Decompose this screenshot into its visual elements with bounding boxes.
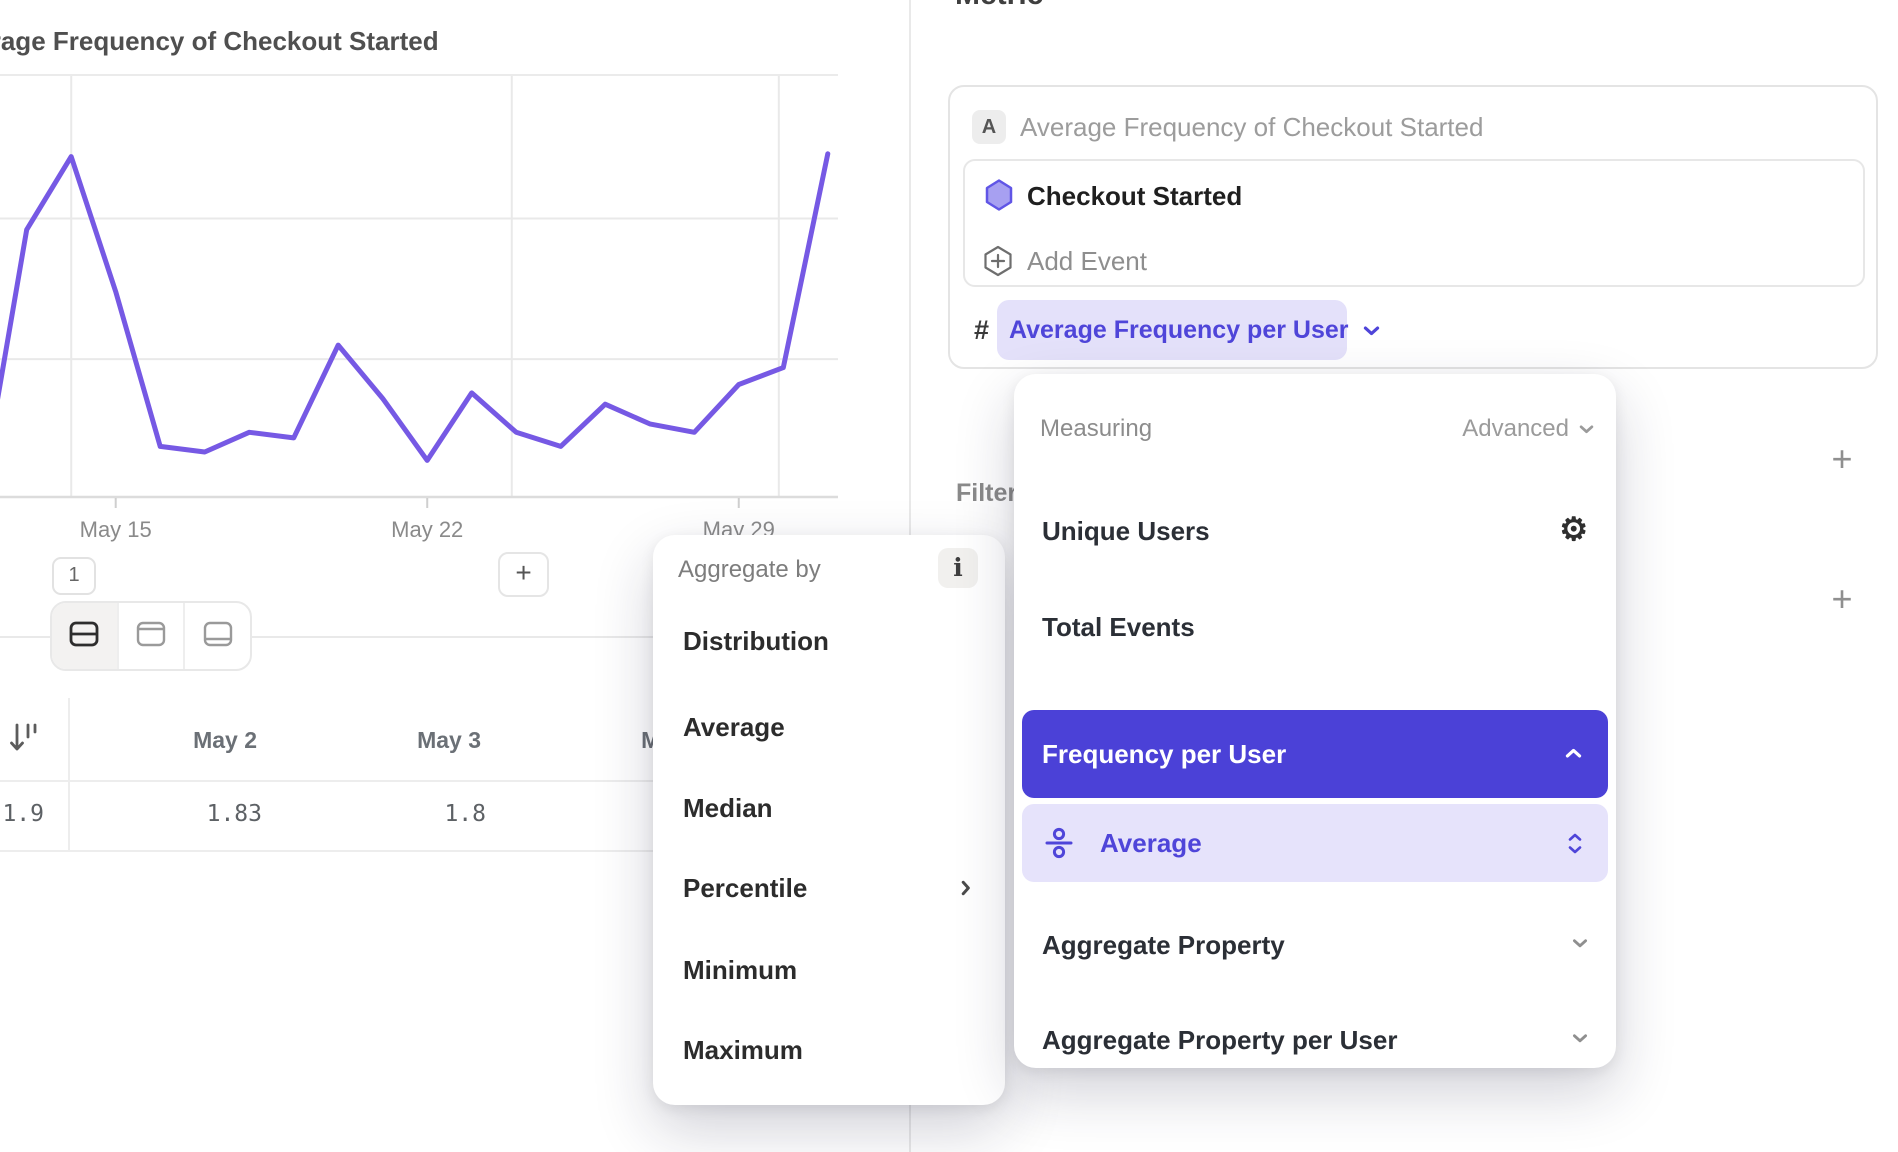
- chevron-down-icon: [1579, 424, 1594, 434]
- chevron-right-icon: [960, 880, 971, 896]
- add-event-button[interactable]: Add Event: [1027, 246, 1147, 276]
- measuring-menu: Measuring Advanced Unique Users⚙ Total Ev…: [1014, 374, 1616, 1068]
- metric-series-badge[interactable]: A: [972, 110, 1006, 144]
- selected-option-label: Frequency per User: [1042, 739, 1286, 769]
- measure-dropdown-pill[interactable]: Average Frequency per User: [997, 300, 1347, 360]
- view-toggle-group: [50, 601, 252, 671]
- metric-section-heading: Metric: [955, 0, 1043, 12]
- add-chart-button[interactable]: +: [498, 552, 549, 597]
- add-event-hexagon-plus-icon: [982, 245, 1014, 282]
- event-name[interactable]: Checkout Started: [1027, 181, 1242, 211]
- measuring-header: Measuring: [1040, 415, 1152, 443]
- metric-card: A Average Frequency of Checkout Started …: [948, 85, 1878, 369]
- toggle-split-view[interactable]: [52, 603, 117, 669]
- aggregate-option-average[interactable]: Average: [653, 703, 1005, 751]
- frequency-aggregation-average-row[interactable]: Average: [1022, 804, 1608, 882]
- chevron-down-icon: [1363, 325, 1380, 336]
- measure-pill-label: Average Frequency per User: [1009, 316, 1349, 345]
- aggregate-by-header: Aggregate by: [678, 556, 821, 584]
- advanced-toggle[interactable]: Advanced: [1462, 415, 1594, 443]
- table-cell-value: 1.83: [69, 800, 262, 828]
- toggle-chart-only-view[interactable]: [117, 603, 184, 669]
- toggle-table-only-view[interactable]: [183, 603, 250, 669]
- aggregate-option-minimum[interactable]: Minimum: [653, 946, 1005, 994]
- table-column-header[interactable]: May 2: [69, 726, 257, 754]
- measuring-option-frequency-per-user-selected[interactable]: Frequency per User: [1022, 710, 1608, 798]
- chart-title: Average Frequency of Checkout Started: [0, 26, 439, 57]
- measuring-option-aggregate-property[interactable]: Aggregate Property: [1014, 921, 1616, 969]
- sort-descending-icon[interactable]: [8, 720, 38, 761]
- average-divide-icon: [1044, 827, 1074, 859]
- aggregate-option-distribution[interactable]: Distribution: [653, 617, 1005, 665]
- table-only-icon: [201, 617, 235, 656]
- analytics-app: Average Frequency of Checkout Started Ma…: [0, 0, 1898, 1152]
- add-filter-button[interactable]: +: [1820, 438, 1864, 482]
- aggregate-option-maximum[interactable]: Maximum: [653, 1026, 1005, 1074]
- sub-option-label: Average: [1100, 828, 1202, 859]
- metric-name-placeholder[interactable]: Average Frequency of Checkout Started: [1020, 112, 1483, 142]
- x-tick-label: May 15: [61, 517, 171, 543]
- aggregate-by-menu: Aggregate by i Distribution Average Median…: [653, 535, 1005, 1105]
- measuring-option-unique-users[interactable]: Unique Users⚙: [1014, 507, 1616, 555]
- advanced-label: Advanced: [1462, 415, 1569, 443]
- chevron-down-icon: [1572, 938, 1588, 948]
- aggregate-option-percentile[interactable]: Percentile: [653, 864, 1005, 912]
- unfold-chevrons-icon: [1568, 833, 1582, 854]
- event-hexagon-icon: [985, 179, 1013, 216]
- series-count-badge[interactable]: 1: [52, 557, 96, 595]
- add-breakdown-button[interactable]: +: [1820, 578, 1864, 622]
- line-chart-plot[interactable]: [0, 60, 850, 520]
- measuring-option-total-events[interactable]: Total Events: [1014, 603, 1616, 651]
- chevron-down-icon: [1572, 1033, 1588, 1043]
- chevron-up-icon: [1565, 748, 1582, 759]
- table-column-header[interactable]: May 3: [293, 726, 481, 754]
- split-view-icon: [67, 617, 101, 656]
- gear-icon[interactable]: ⚙: [1559, 505, 1588, 553]
- aggregate-option-median[interactable]: Median: [653, 784, 1005, 832]
- info-icon[interactable]: i: [938, 548, 978, 588]
- chart-only-icon: [134, 617, 168, 656]
- measuring-option-aggregate-property-per-user[interactable]: Aggregate Property per User: [1014, 1016, 1616, 1064]
- table-column-border: [68, 698, 70, 851]
- measure-prefix: #: [974, 315, 989, 345]
- event-box: Checkout Started Add Event: [963, 159, 1865, 287]
- x-tick-label: May 22: [372, 517, 482, 543]
- table-cell-value: 1.8: [293, 800, 486, 828]
- table-cell-value: 1.9: [0, 800, 44, 828]
- series-line: [0, 154, 828, 489]
